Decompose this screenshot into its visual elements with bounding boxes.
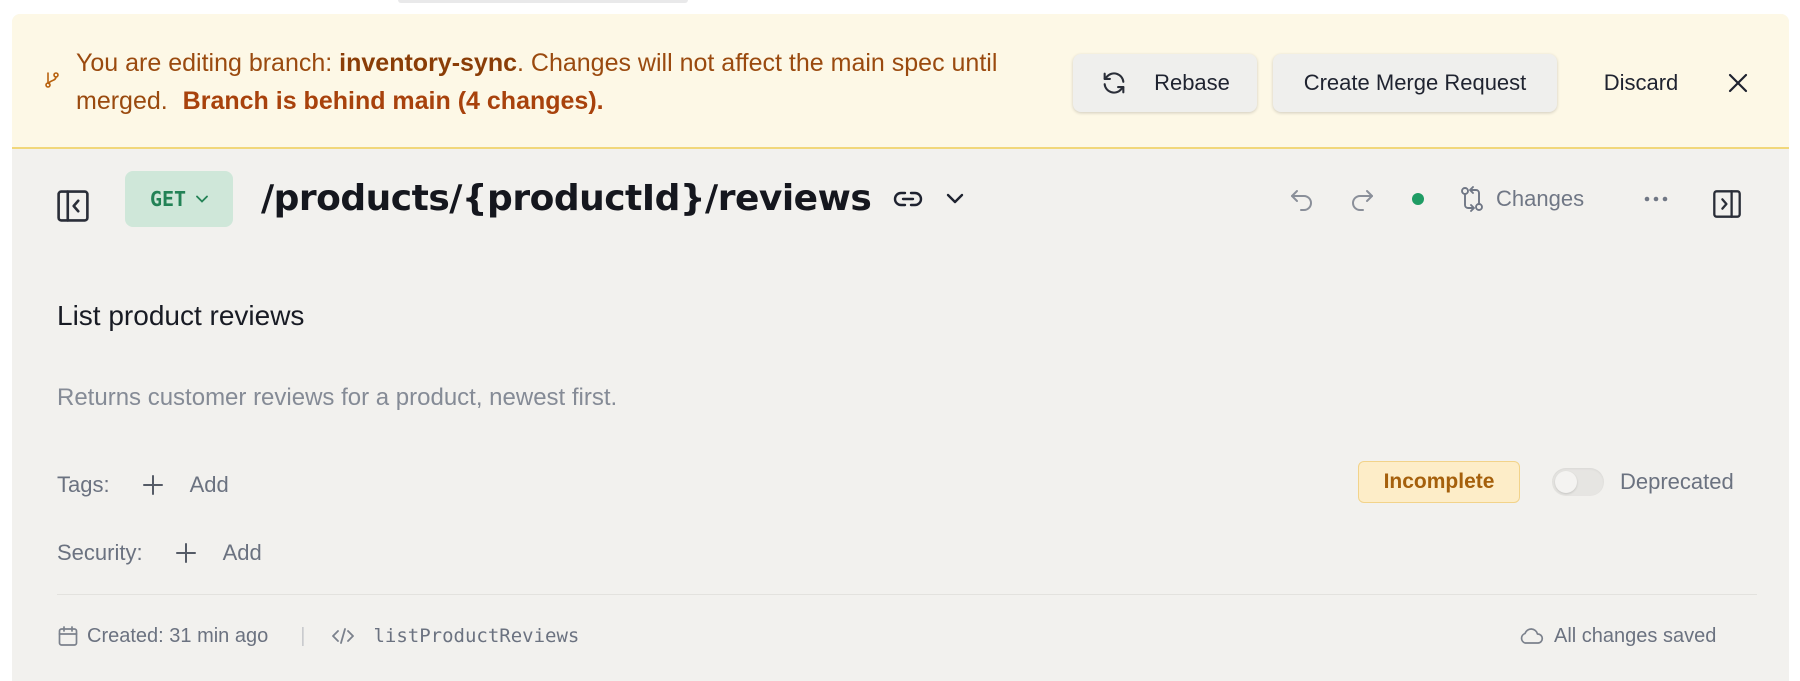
plus-icon — [175, 543, 196, 563]
created-time: Created: 31 min ago — [87, 624, 269, 647]
tags-row: Tags: Add — [57, 463, 229, 507]
security-label: Security: — [57, 540, 143, 565]
git-compare-icon — [1461, 186, 1483, 212]
method-selector[interactable]: GET — [125, 171, 233, 227]
cloud-icon — [1520, 628, 1544, 644]
discard-button[interactable]: Discard — [1586, 54, 1696, 112]
add-tag-button[interactable]: Add — [142, 472, 229, 498]
endpoint-description[interactable]: Returns customer reviews for a product, … — [57, 384, 617, 412]
deprecated-label: Deprecated — [1620, 469, 1734, 494]
merge-label: Create Merge Request — [1303, 70, 1527, 95]
status-badge[interactable]: Incomplete — [1358, 461, 1520, 503]
banner-prefix: You are editing branch: — [76, 49, 333, 77]
method-label: GET — [149, 187, 187, 211]
endpoint-header: GET /products/{productId}/reviews Change… — [12, 149, 1789, 264]
code-icon — [332, 628, 355, 644]
undo-icon[interactable] — [1288, 185, 1316, 213]
more-icon[interactable] — [1642, 185, 1670, 213]
sidebar-expand-icon[interactable] — [1712, 189, 1742, 219]
redo-icon[interactable] — [1348, 185, 1376, 213]
footer-separator: | — [300, 624, 306, 647]
toggle-knob — [1555, 471, 1577, 493]
operation-id[interactable]: listProductReviews — [373, 625, 579, 647]
footer-meta: Created: 31 min ago | listProductReviews — [57, 618, 579, 654]
chevron-down-icon — [196, 195, 208, 203]
add-tag-label: Add — [189, 472, 229, 497]
deprecated-toggle[interactable] — [1552, 468, 1604, 496]
changes-label: Changes — [1496, 186, 1585, 211]
refresh-icon — [1103, 72, 1125, 94]
tags-label: Tags: — [57, 472, 110, 497]
banner-message: You are editing branch: inventory-sync. … — [76, 44, 1036, 120]
endpoint-summary[interactable]: List product reviews — [57, 300, 304, 332]
link-icon[interactable] — [892, 186, 924, 212]
create-merge-request-button[interactable]: Create Merge Request — [1273, 54, 1557, 112]
security-row: Security: Add — [57, 531, 262, 575]
branch-name: inventory-sync — [339, 49, 518, 77]
chevron-down-icon[interactable] — [944, 187, 966, 209]
add-security-label: Add — [222, 540, 262, 565]
save-status-label: All changes saved — [1554, 624, 1717, 647]
sync-status-dot — [1412, 193, 1424, 205]
rebase-button[interactable]: Rebase — [1073, 54, 1257, 112]
close-icon — [1728, 73, 1748, 93]
plus-icon — [142, 475, 163, 495]
discard-label: Discard — [1603, 70, 1679, 95]
endpoint-path[interactable]: /products/{productId}/reviews — [261, 169, 872, 229]
add-security-button[interactable]: Add — [175, 540, 262, 566]
sidebar-collapse-icon[interactable] — [56, 189, 90, 223]
save-status: All changes saved — [1518, 618, 1716, 654]
divider — [57, 594, 1757, 595]
endpoint-panel: You are editing branch: inventory-sync. … — [12, 14, 1789, 681]
rebase-label: Rebase — [1154, 70, 1230, 95]
close-banner-button[interactable] — [1722, 67, 1754, 99]
branch-icon — [45, 72, 59, 88]
calendar-icon — [58, 626, 78, 646]
changes-button[interactable]: Changes — [1458, 179, 1584, 219]
window-edge — [398, 0, 688, 3]
behind-notice: Branch is behind main (4 changes). — [182, 87, 604, 115]
branch-banner: You are editing branch: inventory-sync. … — [12, 14, 1789, 149]
